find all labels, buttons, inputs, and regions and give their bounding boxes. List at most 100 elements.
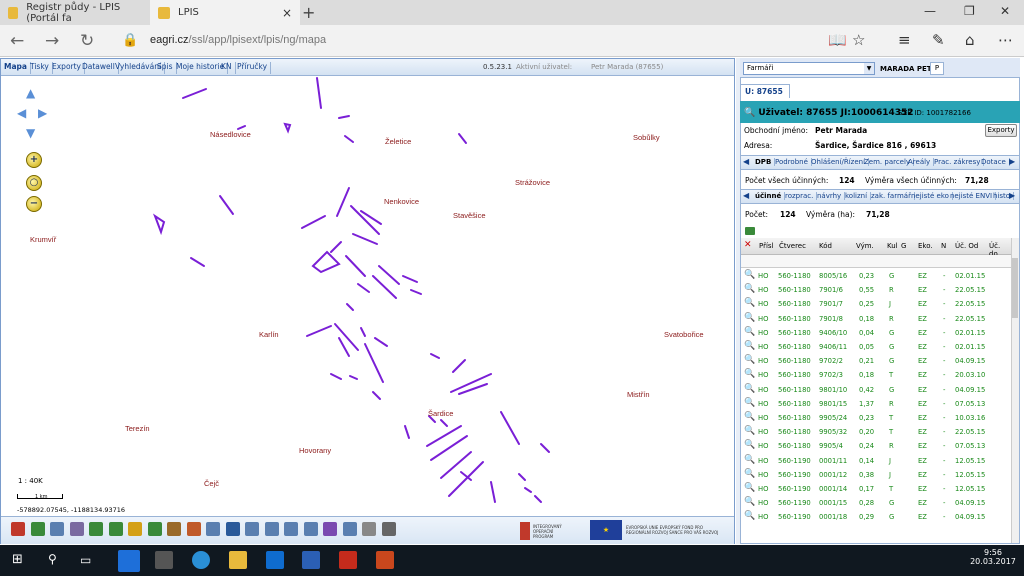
table-row[interactable]: 🔍 HO 560-1180 9702/3 0,18 T EZ -20.03.10 (741, 368, 1011, 382)
magnifier-icon[interactable]: 🔍 (744, 412, 755, 422)
map-tool-icon[interactable] (128, 522, 142, 536)
menu-datawell[interactable]: Datawell (82, 62, 119, 74)
magnifier-icon[interactable]: 🔍 (744, 384, 755, 394)
search-icon[interactable]: ⚲ (48, 552, 57, 566)
magnifier-icon[interactable]: 🔍 (744, 298, 755, 308)
col-kul[interactable]: Kul (887, 242, 898, 250)
map-tool-icon[interactable] (147, 522, 162, 536)
pan-up-icon[interactable]: ▲ (26, 86, 35, 100)
magnifier-icon[interactable]: 🔍 (744, 483, 755, 493)
map-tool-icon[interactable] (50, 522, 64, 536)
magnifier-icon[interactable]: 🔍 (744, 355, 755, 365)
map-tool-icon[interactable] (323, 522, 337, 536)
table-row[interactable]: 🔍 HO 560-1190 0001/14 0,17 T EZ - 12.05.15 (741, 482, 1011, 496)
scroll-left-icon[interactable]: ◀ (743, 191, 749, 200)
map-tool-icon[interactable] (167, 522, 181, 536)
table-row[interactable]: 🔍 HO 560-1190 0001/15 0,28 G EZ -04.09.15 (741, 496, 1011, 510)
grid-scroll-thumb[interactable] (1012, 258, 1018, 318)
grid-filter-row[interactable] (741, 255, 1011, 268)
magnifier-icon[interactable]: 🔍 (744, 284, 755, 294)
table-row[interactable]: 🔍 HO 560-1190 0001/18 0,29 G EZ -04.09.15 (741, 510, 1011, 524)
magnifier-icon[interactable]: 🔍 (744, 511, 755, 521)
tab-zak-farmar[interactable]: zak. farmář (871, 192, 915, 200)
col-vym[interactable]: Vým. (856, 242, 874, 250)
col-ctverec[interactable]: Čtverec (779, 242, 806, 250)
menu-exporty[interactable]: Exporty (52, 62, 85, 74)
table-row[interactable]: 🔍 HO 560-1180 9801/10 0,42 G EZ -04.09.15 (741, 383, 1011, 397)
tab-nejiste-eko[interactable]: nejisté eko (911, 192, 953, 200)
share-icon[interactable]: ⌂ (965, 31, 975, 49)
close-window-button[interactable]: ✕ (1000, 4, 1010, 18)
map-tool-icon[interactable] (342, 522, 357, 536)
app-icon[interactable] (192, 551, 210, 569)
map-tool-icon[interactable] (381, 522, 396, 536)
p-button[interactable]: P (930, 62, 944, 75)
map-tool-icon[interactable] (69, 522, 84, 536)
table-row[interactable]: 🔍 HO 560-1180 9801/15 1,37 R EZ -07.05.13 (741, 397, 1011, 411)
tab-ucinne[interactable]: účinné (755, 192, 786, 200)
magnifier-icon[interactable]: 🔍 (744, 270, 755, 280)
favorite-star-icon[interactable]: ☆ (852, 31, 865, 49)
col-kod[interactable]: Kód (819, 242, 832, 250)
system-clock[interactable]: 9:56 20.03.2017 (968, 548, 1018, 566)
tab-ohlaseni[interactable]: Ohlášení/Řízení (811, 158, 870, 166)
map-canvas[interactable]: Násedlovice Želetice Sobůlky Strážovice … (1, 76, 734, 516)
menu-prirucky[interactable]: Příručky (237, 62, 272, 74)
scroll-right-icon[interactable]: ▶ (1009, 191, 1015, 200)
more-icon[interactable]: ⋯ (998, 31, 1013, 49)
menu-mapa[interactable]: Mapa (4, 62, 31, 74)
map-tool-icon[interactable] (89, 522, 103, 536)
forward-icon[interactable]: → (45, 31, 59, 51)
pan-right-icon[interactable]: ▶ (38, 106, 47, 120)
close-icon[interactable]: × (282, 6, 292, 20)
table-row[interactable]: 🔍 HO 560-1180 9406/11 0,05 G EZ - 02.01.15 (741, 340, 1011, 354)
magnifier-icon[interactable]: 🔍 (744, 313, 755, 323)
new-tab-button[interactable]: + (302, 3, 315, 22)
magnifier-icon[interactable]: 🔍 (744, 327, 755, 337)
magnifier-icon[interactable]: 🔍 (744, 440, 755, 450)
table-row[interactable]: 🔍 HO 560-1180 7901/8 0,18 R EZ -22.05.15 (741, 312, 1011, 326)
magnifier-icon[interactable]: 🔍 (744, 426, 755, 436)
back-icon[interactable]: ← (10, 31, 24, 51)
table-row[interactable]: 🔍 HO 560-1190 0001/12 0,38 J EZ -12.05.15 (741, 468, 1011, 482)
table-row[interactable]: 🔍 HO 560-1180 7901/6 0,55 R EZ -22.05.15 (741, 283, 1011, 297)
tab-podrobne[interactable]: Podrobné (775, 158, 812, 166)
table-row[interactable]: 🔍 HO 560-1180 9905/4 0,24 R EZ -07.05.13 (741, 439, 1011, 453)
map-tool-icon[interactable] (362, 522, 376, 536)
clear-filter-icon[interactable]: ✕ (744, 240, 752, 250)
map-tool-icon[interactable] (284, 522, 298, 536)
outlook-icon[interactable] (266, 551, 284, 569)
tab-dpb[interactable]: DPB (755, 158, 776, 166)
table-row[interactable]: 🔍 HO 560-1180 9406/10 0,04 G EZ -02.01.15 (741, 326, 1011, 340)
task-view-icon[interactable]: ▭ (80, 553, 91, 567)
zoom-in-icon[interactable]: + (26, 152, 42, 168)
tab-prac-zakresy[interactable]: Prac. zákresy (934, 158, 985, 166)
hub-icon[interactable]: ≡ (898, 31, 911, 49)
map-tool-icon[interactable] (225, 522, 240, 536)
store-icon[interactable] (155, 551, 173, 569)
windows-start-icon[interactable]: ⊞ (12, 552, 23, 567)
magnifier-icon[interactable]: 🔍 (744, 497, 755, 507)
magnifier-icon[interactable]: 🔍 (744, 469, 755, 479)
col-prisl[interactable]: Přísl (759, 242, 774, 250)
edge-icon[interactable] (118, 550, 140, 572)
map-tool-icon[interactable] (11, 522, 25, 536)
browser-tab-1[interactable]: Registr půdy - LPIS (Portál fa (0, 0, 148, 25)
refresh-icon[interactable]: ↻ (80, 31, 94, 51)
browser-tab-2[interactable]: LPIS × (150, 0, 300, 25)
tab-zem-parcely[interactable]: Zem. parcely (864, 158, 915, 166)
tab-arealy[interactable]: Areály (908, 158, 935, 166)
col-n[interactable]: N (941, 242, 946, 250)
pan-down-icon[interactable]: ▼ (26, 126, 35, 140)
table-row[interactable]: 🔍 HO 560-1180 9702/2 0,21 G EZ -04.09.15 (741, 354, 1011, 368)
file-explorer-icon[interactable] (229, 551, 247, 569)
map-tool-icon[interactable] (303, 522, 318, 536)
menu-kn[interactable]: KN (221, 62, 236, 74)
tab-user[interactable]: U: 87655 × (740, 84, 790, 109)
magnifier-icon[interactable]: 🔍 (744, 398, 755, 408)
word-icon[interactable] (302, 551, 320, 569)
col-g[interactable]: G (901, 242, 906, 250)
col-uc-od[interactable]: Úč. Od (955, 242, 978, 250)
map-tool-icon[interactable] (264, 522, 279, 536)
tab-navrhy[interactable]: návrhy (817, 192, 846, 200)
